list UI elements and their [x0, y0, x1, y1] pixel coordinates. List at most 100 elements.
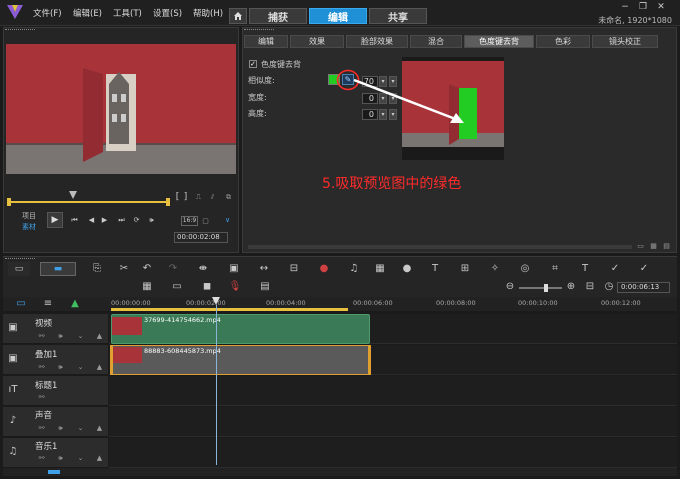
mode-clip[interactable]: 素材	[22, 222, 36, 232]
link-icon[interactable]: ⚯	[37, 332, 46, 341]
playhead-line[interactable]	[216, 305, 217, 465]
timeline-view-icon[interactable]: ▬	[40, 262, 76, 276]
chroma-key-checkbox[interactable]: ✓	[249, 60, 257, 68]
tab-edit[interactable]: 编辑	[309, 8, 367, 24]
collapse-icon[interactable]: ⌄	[76, 332, 85, 341]
stack-icon[interactable]: ▦	[373, 263, 387, 275]
track-manager-icon[interactable]: ▭	[14, 298, 28, 310]
export-icon[interactable]: ✓	[637, 263, 651, 275]
tab-opt-blend[interactable]: 混合	[410, 35, 462, 48]
ripple-arrow-icon[interactable]: ▲	[95, 363, 104, 372]
collapse-icon[interactable]: ⌄	[76, 424, 85, 433]
tab-opt-edit[interactable]: 编辑	[244, 35, 288, 48]
tab-opt-face[interactable]: 脸部效果	[346, 35, 408, 48]
split-icon[interactable]: ⊟	[287, 263, 301, 275]
zoom-slider[interactable]	[519, 287, 562, 289]
overlay-clip-trim-right[interactable]	[368, 345, 371, 375]
track-lane-music[interactable]	[109, 438, 677, 468]
next-frame-icon[interactable]: ▶	[100, 216, 109, 225]
mark-icon[interactable]: ✓	[608, 263, 622, 275]
close-icon[interactable]: ✕	[656, 2, 666, 12]
track-volume-icon[interactable]: 🕪	[56, 454, 65, 463]
split-icon[interactable]: ⎍	[194, 193, 203, 202]
tab-opt-chroma-key[interactable]: 色度键去背	[464, 35, 534, 48]
chapter-icon[interactable]: ≡	[41, 298, 55, 310]
audio-icon[interactable]: ♫	[347, 263, 361, 275]
magic-icon[interactable]: ✧	[488, 263, 502, 275]
link-icon[interactable]: ⚯	[37, 454, 46, 463]
track-lane-voice[interactable]	[109, 407, 677, 437]
undo-icon[interactable]: ↶	[140, 263, 154, 275]
menu-settings[interactable]: 设置(S)	[153, 7, 182, 19]
mask-icon[interactable]: ⌗	[548, 263, 562, 275]
menu-edit[interactable]: 编辑(E)	[73, 7, 102, 19]
zoom-out-icon[interactable]: ⊖	[503, 281, 517, 293]
copy-icon[interactable]: ⧉	[224, 193, 233, 202]
tab-opt-effect[interactable]: 效果	[290, 35, 344, 48]
mark-out-icon[interactable]: ]	[181, 193, 190, 202]
preview-timecode[interactable]: 00:00:02:08	[174, 232, 228, 243]
undo-history-icon[interactable]: ⎘	[90, 263, 104, 275]
link-icon[interactable]: ⚯	[37, 424, 46, 433]
trim-start-marker[interactable]	[7, 198, 11, 206]
track-volume-icon[interactable]: 🕪	[56, 363, 65, 372]
voice-icon[interactable]: ◼	[200, 281, 214, 293]
aspect-ratio-selector[interactable]: 16:9	[181, 216, 198, 226]
home-tab[interactable]	[229, 8, 247, 24]
menu-help[interactable]: 帮助(H)	[193, 7, 223, 19]
end-skip-icon[interactable]: ⏭	[117, 216, 126, 225]
grid-icon[interactable]: ⊞	[458, 263, 472, 275]
restore-icon[interactable]: ❐	[638, 2, 648, 12]
trim-end-marker[interactable]	[166, 198, 170, 206]
title-icon[interactable]: T	[428, 263, 442, 275]
timeline-scrollbar[interactable]	[3, 468, 677, 476]
expand-icon[interactable]: ∨	[223, 216, 232, 225]
track-lane-title[interactable]	[109, 376, 677, 406]
crop-icon[interactable]: ▣	[227, 263, 241, 275]
overlay-clip-trim-left[interactable]	[110, 345, 113, 375]
motion-icon[interactable]: ◎	[518, 263, 532, 275]
mosaic-icon[interactable]: ▦	[140, 281, 154, 293]
options-scrollbar[interactable]	[248, 245, 632, 249]
menu-file[interactable]: 文件(F)	[33, 7, 62, 19]
track-volume-icon[interactable]: 🕪	[56, 332, 65, 341]
tab-capture[interactable]: 捕获	[249, 8, 307, 24]
tab-share[interactable]: 共享	[369, 8, 427, 24]
link-icon[interactable]: ⚯	[37, 393, 46, 402]
play-button[interactable]: ▶	[47, 212, 63, 228]
home-skip-icon[interactable]: ⏮	[70, 216, 79, 225]
snapshot-icon[interactable]: ▤	[258, 281, 272, 293]
zoom-slider-handle[interactable]	[544, 284, 548, 292]
collapse-icon[interactable]: ⌄	[76, 363, 85, 372]
option-icon-2[interactable]: ▦	[649, 242, 658, 251]
color-icon[interactable]: ●	[400, 263, 414, 275]
cut-icon[interactable]: ✂	[117, 263, 131, 275]
link-icon[interactable]: ⚯	[37, 363, 46, 372]
scrollbar-icon[interactable]	[48, 470, 60, 474]
split-clip-icon[interactable]: ⫽	[208, 193, 217, 202]
prev-frame-icon[interactable]: ◀	[87, 216, 96, 225]
clock-icon[interactable]: ◷	[602, 281, 616, 293]
timeline-timecode[interactable]: 0:00:06:13	[617, 282, 670, 293]
tab-opt-lens[interactable]: 镜头校正	[592, 35, 658, 48]
zoom-in-icon[interactable]: ⊕	[564, 281, 578, 293]
ripple-arrow-icon[interactable]: ▲	[95, 454, 104, 463]
volume-icon[interactable]: 🕪	[147, 216, 156, 225]
microphone-icon[interactable]: 🎙	[228, 281, 242, 293]
sub-icon[interactable]: ▭	[170, 281, 184, 293]
record-icon[interactable]: ●	[317, 263, 331, 275]
fit-timeline-icon[interactable]: ⊟	[583, 281, 597, 293]
fit-icon[interactable]: ⇼	[196, 263, 210, 275]
option-icon-3[interactable]: ▤	[662, 242, 671, 251]
ripple-arrow-icon[interactable]: ▲	[95, 332, 104, 341]
option-icon-1[interactable]: ▭	[636, 242, 645, 251]
ripple-arrow-icon[interactable]: ▲	[95, 424, 104, 433]
storyboard-view-icon[interactable]: ▭	[8, 262, 30, 276]
tab-opt-color[interactable]: 色彩	[536, 35, 590, 48]
collapse-icon[interactable]: ⌄	[76, 454, 85, 463]
screen-size-icon[interactable]: ▢	[201, 217, 210, 226]
text-icon[interactable]: T	[578, 263, 592, 275]
track-volume-icon[interactable]: 🕪	[56, 424, 65, 433]
menu-tools[interactable]: 工具(T)	[113, 7, 142, 19]
minimize-icon[interactable]: −	[620, 2, 630, 12]
